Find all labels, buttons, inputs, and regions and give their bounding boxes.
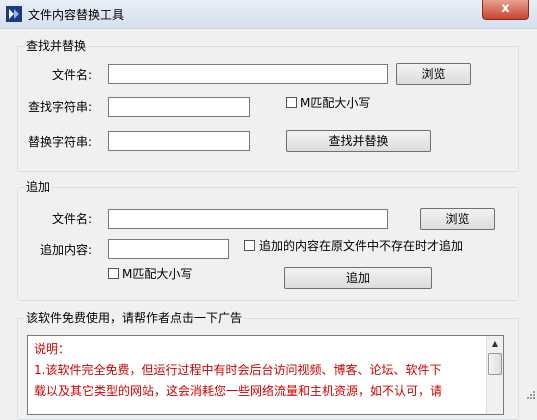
append-content-label: 追加内容: [40,243,93,257]
notes-line: 1.该软件完全免费，但运行过程中有时会后台访问视频、博客、论坛、软件下 [34,363,442,377]
close-button[interactable]: x [482,0,529,20]
app-icon [6,6,22,22]
append-match-case-label: M匹配大小写 [122,267,193,281]
window-title: 文件内容替换工具 [28,8,125,22]
replace-string-input[interactable] [108,131,250,151]
append-match-case-checkbox[interactable] [108,268,119,279]
replace-match-case-checkbox[interactable] [286,97,297,108]
notes-line: 载以及其它类型的网站，这会消耗您一些网络流量和主机资源，如不认可，请 [34,384,443,398]
close-icon: x [501,1,510,16]
find-replace-button[interactable]: 查找并替换 [286,130,431,152]
resize-grip-icon[interactable] [522,388,536,402]
find-string-input[interactable] [108,97,250,117]
append-file-label: 文件名: [52,212,93,226]
title-bar[interactable]: 文件内容替换工具 x [0,0,537,29]
notes-textarea[interactable]: 说明： 1.该软件完全免费，但运行过程中有时会后台访问视频、博客、论坛、软件下 … [27,335,504,415]
replace-file-input[interactable] [108,64,388,84]
notes-scrollbar[interactable]: ▲ [486,336,503,414]
app-window: 文件内容替换工具 x 查找并替换 文件名: 浏览 查找字符串: M匹配大小写 替… [0,0,537,420]
replace-match-case-label: M匹配大小写 [300,96,371,110]
ad-group-title: 该软件免费使用，请帮作者点击一下广告 [24,310,245,326]
notes-line: 说明： [34,342,71,356]
find-replace-group-title: 查找并替换 [24,38,89,54]
append-browse-button[interactable]: 浏览 [420,208,495,230]
append-content-input[interactable] [108,239,229,259]
scroll-up-arrow-icon[interactable]: ▲ [487,336,503,352]
find-string-label: 查找字符串: [28,100,93,114]
replace-browse-button[interactable]: 浏览 [396,63,471,85]
append-button[interactable]: 追加 [284,267,432,289]
append-group-title: 追加 [24,179,53,195]
scroll-thumb[interactable] [488,353,502,375]
append-if-missing-label: 追加的内容在原文件中不存在时才追加 [259,239,464,253]
replace-file-label: 文件名: [52,68,93,82]
replace-string-label: 替换字符串: [28,135,93,149]
append-if-missing-checkbox[interactable] [244,240,255,251]
append-file-input[interactable] [108,209,388,229]
